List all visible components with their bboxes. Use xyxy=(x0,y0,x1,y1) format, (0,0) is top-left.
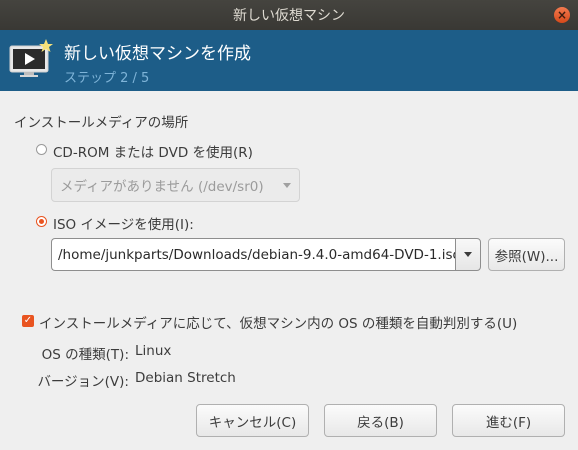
cdrom-radio[interactable] xyxy=(36,144,47,155)
version-value: Debian Stretch xyxy=(135,370,236,386)
version-label: バージョン(V): xyxy=(37,374,129,390)
title-bar: 新しい仮想マシン × xyxy=(0,0,578,30)
chevron-down-icon xyxy=(283,183,291,188)
iso-radio[interactable] xyxy=(36,216,47,227)
window-title: 新しい仮想マシン xyxy=(233,8,345,24)
back-button[interactable]: 戻る(B) xyxy=(324,404,437,437)
cancel-button[interactable]: キャンセル(C) xyxy=(196,404,309,437)
iso-option-label[interactable]: ISO イメージを使用(I): xyxy=(53,213,194,233)
cdrom-option-label[interactable]: CD-ROM または DVD を使用(R) xyxy=(53,141,253,161)
banner-title: 新しい仮想マシンを作成 xyxy=(64,44,251,64)
cdrom-device-select: メディアがありません (/dev/sr0) xyxy=(51,168,300,202)
media-section-label: インストールメディアの場所 xyxy=(14,115,189,131)
forward-button[interactable]: 進む(F) xyxy=(452,404,565,437)
auto-detect-checkbox[interactable]: ✓ xyxy=(22,315,34,327)
step-indicator: ステップ 2 / 5 xyxy=(64,71,150,86)
iso-path-input[interactable]: /home/junkparts/Downloads/debian-9.4.0-a… xyxy=(51,238,456,271)
cdrom-device-value: メディアがありません (/dev/sr0) xyxy=(60,179,264,195)
iso-path-dropdown[interactable] xyxy=(455,238,481,271)
new-vm-dialog: 新しい仮想マシン × 新しい仮想マシンを作成 ステップ 2 / 5 インストール… xyxy=(0,0,578,450)
os-type-value: Linux xyxy=(135,343,172,359)
auto-detect-label[interactable]: インストールメディアに応じて、仮想マシン内の OS の種類を自動判別する(U) xyxy=(39,312,517,332)
header-banner: 新しい仮想マシンを作成 ステップ 2 / 5 xyxy=(0,30,578,91)
monitor-play-icon xyxy=(9,39,53,77)
chevron-down-icon xyxy=(464,252,472,257)
os-type-label: OS の種類(T): xyxy=(41,347,129,363)
browse-button[interactable]: 参照(W)... xyxy=(488,238,565,271)
close-icon[interactable]: × xyxy=(554,7,570,23)
